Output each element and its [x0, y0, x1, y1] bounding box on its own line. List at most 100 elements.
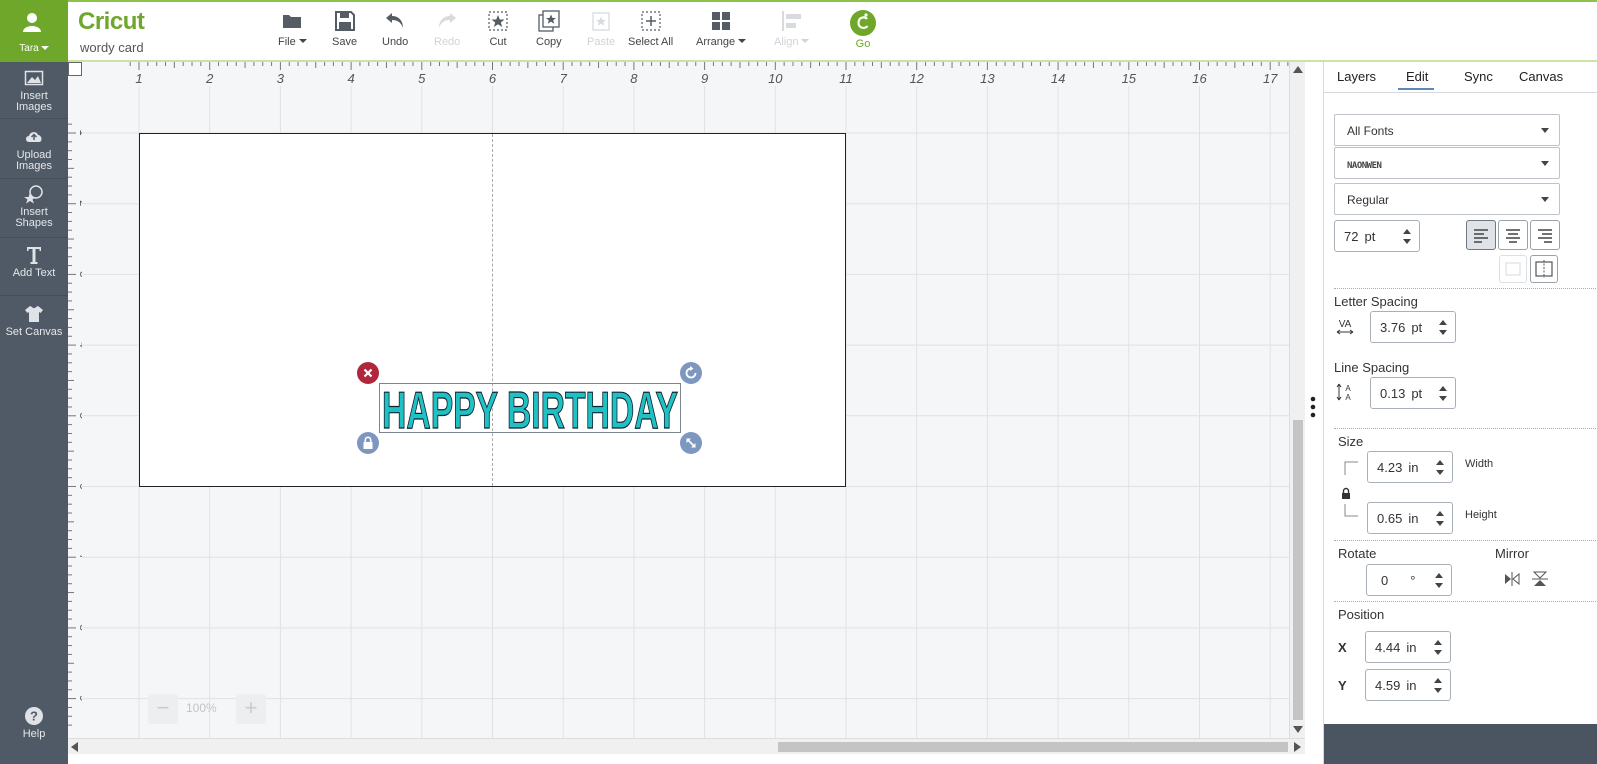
stepper-up-icon[interactable]: [1439, 386, 1447, 391]
position-y-label: Y: [1338, 678, 1347, 693]
align-right-button[interactable]: [1530, 220, 1560, 250]
save-button[interactable]: Save: [332, 10, 357, 48]
stepper-up-icon[interactable]: [1435, 573, 1443, 578]
mirror-horizontal-icon[interactable]: [1504, 572, 1520, 586]
scroll-down-arrow-icon[interactable]: [1293, 726, 1303, 733]
sidebar-item-add-text[interactable]: Add Text: [0, 245, 68, 279]
arrange-menu-button[interactable]: Arrange: [696, 10, 747, 48]
position-y-value: 4.59: [1375, 678, 1401, 693]
scroll-up-arrow-icon[interactable]: [1293, 66, 1303, 73]
lock-handle[interactable]: [357, 432, 379, 454]
font-style-dropdown[interactable]: Regular: [1334, 183, 1560, 215]
stepper-down-icon[interactable]: [1403, 239, 1411, 244]
stepper-up-icon[interactable]: [1439, 320, 1447, 325]
design-canvas[interactable]: 1234567891011121314151617 123456789 HAPP…: [68, 62, 1305, 738]
vertical-scroll-thumb[interactable]: [1293, 420, 1303, 720]
image-icon: [24, 70, 44, 86]
ruler-label: 4: [77, 342, 82, 348]
height-stepper[interactable]: 0.65 in: [1367, 502, 1453, 534]
tab-layers[interactable]: Layers: [1337, 69, 1376, 84]
stepper-down-icon[interactable]: [1439, 330, 1447, 335]
font-size-stepper[interactable]: 72 pt: [1334, 220, 1420, 252]
go-button[interactable]: Go: [850, 10, 876, 50]
ruler-label: 9: [701, 71, 708, 86]
delete-handle[interactable]: [357, 362, 379, 384]
curve-button[interactable]: [1499, 255, 1527, 283]
font-name-dropdown[interactable]: NAONWEN: [1334, 147, 1560, 179]
user-menu[interactable]: Tara: [0, 0, 68, 62]
stepper-down-icon[interactable]: [1434, 688, 1442, 693]
position-y-stepper[interactable]: 4.59 in: [1365, 669, 1451, 701]
sidebar-item-insert-shapes[interactable]: Insert Shapes: [0, 184, 68, 229]
letter-spacing-stepper[interactable]: 3.76 pt: [1370, 311, 1456, 343]
tab-canvas[interactable]: Canvas: [1519, 69, 1563, 84]
sidebar-item-set-canvas[interactable]: Set Canvas: [0, 304, 68, 338]
select-all-button[interactable]: Select All: [628, 10, 673, 48]
mirror-vertical-icon[interactable]: [1532, 571, 1548, 587]
stepper-down-icon[interactable]: [1439, 396, 1447, 401]
help-button[interactable]: ? Help: [0, 706, 68, 740]
ruler-label: 9: [77, 696, 82, 702]
horizontal-scrollbar[interactable]: [68, 738, 1305, 754]
width-label: Width: [1465, 458, 1494, 470]
scroll-right-arrow-icon[interactable]: [1294, 742, 1301, 752]
copy-button[interactable]: Copy: [536, 10, 562, 48]
sidebar-item-insert-images[interactable]: Insert Images: [0, 68, 68, 113]
cloud-upload-icon: [26, 132, 42, 142]
undo-button[interactable]: Undo: [382, 10, 408, 48]
file-menu-button[interactable]: File: [278, 10, 307, 48]
sidebar-item-upload-images[interactable]: Upload Images: [0, 127, 68, 172]
width-stepper[interactable]: 4.23 in: [1367, 451, 1453, 483]
ungroup-letters-icon: [1535, 260, 1553, 278]
stepper-up-icon[interactable]: [1434, 640, 1442, 645]
stepper-down-icon[interactable]: [1436, 521, 1444, 526]
stepper-down-icon[interactable]: [1436, 470, 1444, 475]
rotate-handle[interactable]: [680, 362, 702, 384]
folder-icon: [283, 15, 302, 28]
rotate-stepper[interactable]: 0 °: [1366, 564, 1452, 596]
stepper-up-icon[interactable]: [1436, 511, 1444, 516]
scroll-left-arrow-icon[interactable]: [71, 742, 78, 752]
stepper-up-icon[interactable]: [1434, 678, 1442, 683]
resize-handle[interactable]: [680, 432, 702, 454]
line-spacing-icon: AA: [1336, 383, 1351, 402]
stepper-up-icon[interactable]: [1436, 460, 1444, 465]
redo-button[interactable]: Redo: [434, 10, 460, 48]
stepper-down-icon[interactable]: [1435, 583, 1443, 588]
rotate-icon: [685, 366, 697, 379]
top-ruler-ticks: 1 2 3 4 5 6 7 8 9 10 11 12 13 14 15 16 17: [129, 62, 1298, 86]
close-icon: [363, 368, 373, 378]
tab-sync[interactable]: Sync: [1464, 69, 1493, 84]
paste-label: Paste: [587, 36, 616, 48]
happy-birthday-text-object[interactable]: HAPPY BIRTHDAY: [379, 383, 681, 433]
ungroup-letters-button[interactable]: [1530, 255, 1558, 283]
align-menu-button[interactable]: Align: [774, 10, 810, 48]
align-center-button[interactable]: [1498, 220, 1528, 250]
line-spacing-stepper[interactable]: 0.13 pt: [1370, 377, 1456, 409]
svg-text:?: ?: [30, 709, 38, 724]
line-spacing-label: Line Spacing: [1334, 360, 1410, 375]
panel-collapse-handle-icon[interactable]: [1306, 395, 1320, 419]
go-cricut-icon: [850, 10, 876, 36]
ruler-label: 7: [560, 71, 568, 86]
align-left-button[interactable]: [1466, 220, 1496, 250]
edit-panel: Layers Edit Sync Canvas All Fonts NAONWE…: [1323, 62, 1597, 764]
paste-button[interactable]: Paste: [587, 10, 615, 48]
rotate-unit: °: [1410, 573, 1416, 588]
tab-edit[interactable]: Edit: [1398, 69, 1435, 90]
zoom-in-button[interactable]: +: [236, 694, 266, 724]
cut-button[interactable]: Cut: [487, 10, 509, 48]
left-ruler: 1 2 3 4 5 6 7 8 9: [68, 74, 89, 734]
width-unit: in: [1408, 460, 1419, 475]
horizontal-scroll-thumb[interactable]: [778, 742, 1288, 752]
size-lock-icon[interactable]: [1340, 458, 1360, 520]
vertical-scrollbar[interactable]: [1289, 62, 1305, 738]
height-unit: in: [1408, 511, 1419, 526]
width-value: 4.23: [1377, 460, 1403, 475]
zoom-out-button[interactable]: −: [148, 694, 178, 724]
stepper-down-icon[interactable]: [1434, 650, 1442, 655]
stepper-up-icon[interactable]: [1403, 229, 1411, 234]
position-x-stepper[interactable]: 4.44 in: [1365, 631, 1451, 663]
font-filter-dropdown[interactable]: All Fonts: [1334, 114, 1560, 146]
position-label: Position: [1338, 607, 1385, 622]
